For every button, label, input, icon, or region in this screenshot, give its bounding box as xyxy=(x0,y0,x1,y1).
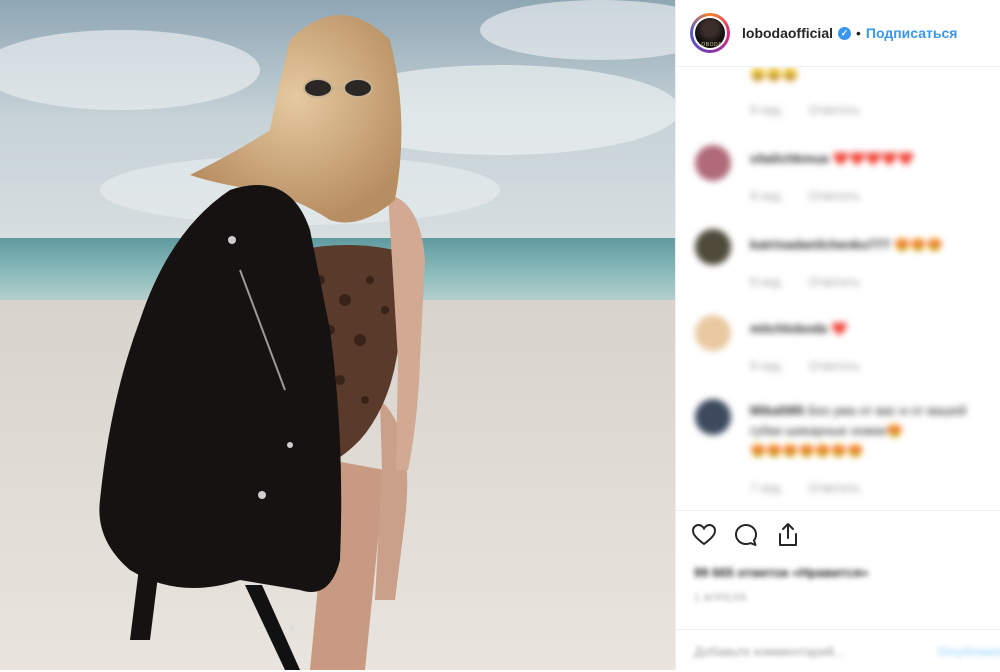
comments-list[interactable]: 😄😄😄 9 нед. Ответить vitalichkmua ❤️❤️❤️❤️… xyxy=(676,67,1000,510)
commenter-avatar[interactable] xyxy=(695,145,731,181)
comment-meta: 9 нед. Ответить xyxy=(750,359,860,373)
avatar-caption: LOBODA xyxy=(698,42,722,48)
comment-meta: 7 нед. Ответить xyxy=(750,481,860,495)
separator-dot: • xyxy=(856,25,861,41)
add-comment-bar: Добавьте комментарий... Опубликовать xyxy=(676,629,1000,672)
comment-text: katrinadanilchenko777 😍😍😍 xyxy=(750,237,943,252)
comment-time: 9 нед. xyxy=(750,189,784,203)
comment-time: 9 нед. xyxy=(750,103,784,117)
likes-count[interactable]: 99 665 отметок «Нравится» xyxy=(694,565,868,580)
post-actions: 99 665 отметок «Нравится» 1 АПРЕЛЯ Добав… xyxy=(676,510,1000,671)
post-header: LOBODA lobodaofficial ✓ • Подписаться xyxy=(676,0,1000,67)
profile-avatar[interactable]: LOBODA xyxy=(690,13,730,53)
heart-icon[interactable] xyxy=(690,521,718,549)
avatar-image: LOBODA xyxy=(695,18,725,48)
commenter-avatar[interactable] xyxy=(695,399,731,435)
post-photo[interactable] xyxy=(0,0,675,670)
beach-photo xyxy=(0,0,675,670)
commenter-avatar[interactable] xyxy=(695,315,731,351)
share-icon[interactable] xyxy=(774,521,802,549)
follow-button[interactable]: Подписаться xyxy=(866,25,958,41)
comment-input[interactable]: Добавьте комментарий... xyxy=(694,644,845,659)
comment-time: 9 нед. xyxy=(750,359,784,373)
reply-button[interactable]: Ответить xyxy=(809,189,860,203)
commenter-avatar[interactable] xyxy=(695,229,731,265)
comment-text: 😄😄😄 xyxy=(750,67,799,82)
commenter-username[interactable]: Mikal085 xyxy=(750,403,804,418)
comment-text: mitchloboda ❤️ xyxy=(750,321,848,336)
post-sidebar: LOBODA lobodaofficial ✓ • Подписаться 😄😄… xyxy=(675,0,1000,670)
publish-button[interactable]: Опубликовать xyxy=(938,644,1000,659)
comment-meta: 9 нед. Ответить xyxy=(750,103,860,117)
comment-time: 9 нед. xyxy=(750,275,784,289)
reply-button[interactable]: Ответить xyxy=(809,481,860,495)
comment-meta: 9 нед. Ответить xyxy=(750,189,860,203)
commenter-username[interactable]: mitchloboda xyxy=(750,321,827,336)
action-icons xyxy=(690,521,802,549)
username-link[interactable]: lobodaofficial xyxy=(742,25,833,41)
comment-time: 7 нед. xyxy=(750,481,784,495)
comment-meta: 9 нед. Ответить xyxy=(750,275,860,289)
avatar-ring-inner: LOBODA xyxy=(693,16,727,50)
reply-button[interactable]: Ответить xyxy=(809,103,860,117)
reply-button[interactable]: Ответить xyxy=(809,275,860,289)
post-date: 1 АПРЕЛЯ xyxy=(694,593,747,604)
commenter-username[interactable]: katrinadanilchenko777 xyxy=(750,237,890,252)
comment-text: vitalichkmua ❤️❤️❤️❤️❤️ xyxy=(750,151,914,166)
commenter-username[interactable]: vitalichkmua xyxy=(750,151,829,166)
comment-icon[interactable] xyxy=(732,521,760,549)
verified-badge-icon: ✓ xyxy=(838,26,851,40)
comment-text: Mikal085 Без умa от вас и от вашей губки … xyxy=(750,403,967,458)
reply-button[interactable]: Ответить xyxy=(809,359,860,373)
